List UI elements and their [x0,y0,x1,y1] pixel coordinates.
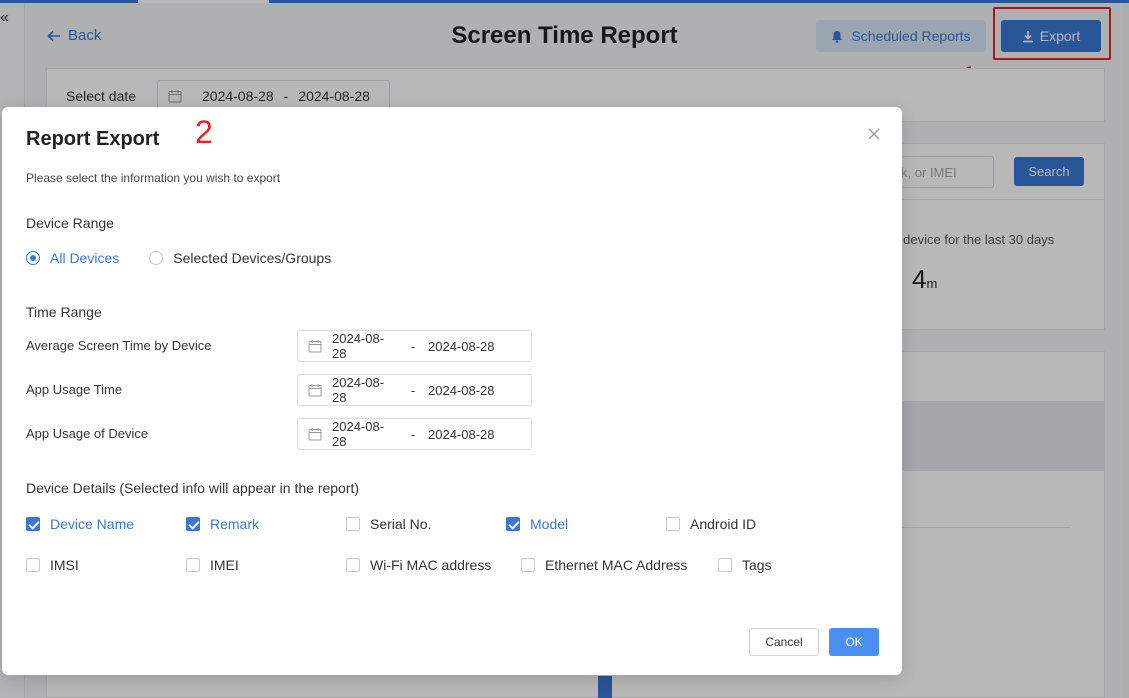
checkbox-tags[interactable]: Tags [718,557,772,573]
checkbox-wifi-mac[interactable]: Wi-Fi MAC address [346,557,491,573]
checkbox-box[interactable] [666,517,680,531]
checkbox-device-name[interactable]: Device Name [26,516,134,532]
checkbox-box[interactable] [26,517,40,531]
range-end: 2024-08-28 [428,338,495,354]
calendar-icon [308,340,322,353]
avg-screen-time-label: Average Screen Time by Device [26,338,212,353]
report-export-dialog: Report Export Please select the informat… [2,107,902,675]
range-separator: - [410,338,416,354]
range-end: 2024-08-28 [428,426,495,442]
close-icon[interactable] [866,126,882,142]
checkbox-label: Model [530,516,569,532]
checkbox-box[interactable] [506,517,520,531]
device-range-heading: Device Range [26,215,114,231]
checkbox-model[interactable]: Model [506,516,568,532]
checkbox-imei[interactable]: IMEI [186,557,239,573]
range-end: 2024-08-28 [428,382,495,398]
checkbox-serial-no[interactable]: Serial No. [346,516,431,532]
checkbox-label: Android ID [690,516,757,532]
radio-all-devices[interactable] [26,251,40,265]
checkbox-box[interactable] [186,517,200,531]
app-usage-time-label: App Usage Time [26,382,123,397]
calendar-icon [308,428,322,441]
checkbox-ethernet-mac[interactable]: Ethernet MAC Address [521,557,687,573]
checkbox-box[interactable] [346,517,360,531]
checkbox-label: Tags [742,557,772,573]
device-details-heading: Device Details (Selected info will appea… [26,480,360,496]
avg-screen-time-range-picker[interactable]: 2024-08-28 - 2024-08-28 [297,330,532,362]
checkbox-box[interactable] [346,558,360,572]
checkbox-box[interactable] [186,558,200,572]
time-range-heading: Time Range [26,304,102,320]
radio-selected-devices-label[interactable]: Selected Devices/Groups [173,250,331,266]
range-separator: - [410,382,416,398]
checkbox-label: Remark [210,516,260,532]
annotation-step-2: 2 [195,114,213,150]
range-start: 2024-08-28 [332,375,385,405]
cancel-button[interactable]: Cancel [749,628,819,656]
dialog-subtitle: Please select the information you wish t… [26,171,281,185]
radio-selected-devices[interactable] [149,251,164,265]
range-separator: - [410,426,416,442]
checkbox-label: Device Name [50,516,135,532]
range-start: 2024-08-28 [332,419,385,449]
dialog-title: Report Export [26,128,160,150]
checkbox-label: Ethernet MAC Address [545,557,688,573]
app-usage-time-range-picker[interactable]: 2024-08-28 - 2024-08-28 [297,374,532,406]
radio-all-devices-label[interactable]: All Devices [50,250,119,266]
checkbox-label: Wi-Fi MAC address [370,557,492,573]
app-usage-device-range-picker[interactable]: 2024-08-28 - 2024-08-28 [297,418,532,450]
ok-button[interactable]: OK [829,628,879,656]
checkbox-remark[interactable]: Remark [186,516,259,532]
checkbox-label: IMSI [50,557,79,573]
checkbox-android-id[interactable]: Android ID [666,516,756,532]
checkbox-box[interactable] [521,558,535,572]
checkbox-imsi[interactable]: IMSI [26,557,79,573]
checkbox-label: IMEI [210,557,239,573]
app-usage-device-label: App Usage of Device [26,426,149,441]
device-range-radio-group: All Devices Selected Devices/Groups [26,250,361,266]
checkbox-box[interactable] [26,558,40,572]
checkbox-label: Serial No. [370,516,432,532]
range-start: 2024-08-28 [332,331,385,361]
checkbox-box[interactable] [718,558,732,572]
calendar-icon [308,384,322,397]
